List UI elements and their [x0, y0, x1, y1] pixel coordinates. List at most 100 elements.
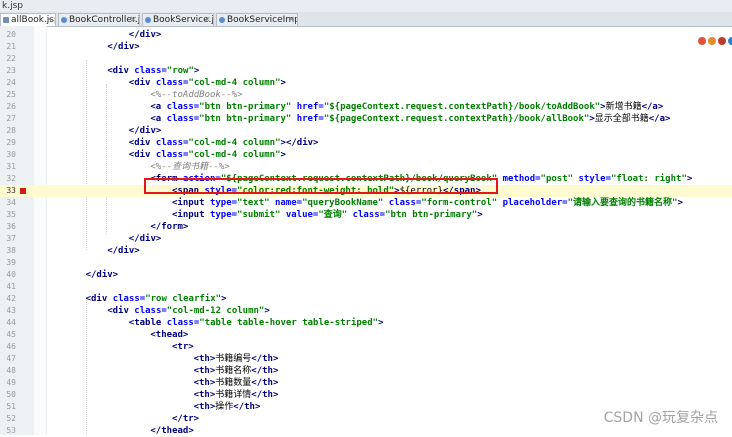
- code-token: >: [477, 210, 483, 220]
- code-token: <th>: [193, 378, 216, 388]
- code-line[interactable]: 40 </div>: [0, 269, 732, 281]
- code-text: <div class="col-md-12 column">: [107, 305, 270, 317]
- java-class-icon: [61, 17, 67, 23]
- code-line[interactable]: 37 </div>: [0, 233, 732, 245]
- code-line[interactable]: 23 <div class="row">: [0, 65, 732, 77]
- code-token: "${pageContext.request.contextPath}/book…: [323, 102, 601, 112]
- code-token: method=: [502, 174, 541, 184]
- line-number: 52: [6, 414, 16, 423]
- code-line[interactable]: 43 <div class="col-md-12 column">: [0, 305, 732, 317]
- code-token: 新增书籍: [605, 102, 642, 112]
- line-number: 23: [6, 66, 16, 75]
- tab-allbook-jsp[interactable]: allBook.jsp ×: [0, 13, 56, 26]
- code-token: </th>: [251, 354, 279, 364]
- code-token: value=: [285, 210, 319, 220]
- line-number: 48: [6, 366, 16, 375]
- tab-bookcontroller-java[interactable]: BookController.java ×: [58, 13, 140, 26]
- code-line[interactable]: 36 </form>: [0, 221, 732, 233]
- breakpoint-icon[interactable]: [20, 188, 26, 194]
- code-token: <%--查询书籍--%>: [150, 162, 230, 172]
- code-line[interactable]: 39: [0, 257, 732, 269]
- code-line[interactable]: 53 </thead>: [0, 425, 732, 437]
- code-text: </thead>: [150, 425, 193, 437]
- code-token: "btn btn-primary": [199, 102, 292, 112]
- code-text: </div>: [86, 269, 119, 281]
- code-line[interactable]: 21 </div>: [0, 41, 732, 53]
- code-line[interactable]: 28 </div>: [0, 125, 732, 137]
- highlight-annotation-box: [144, 178, 498, 194]
- tab-bookservice-java[interactable]: BookService.java ×: [142, 13, 214, 26]
- close-icon[interactable]: ×: [45, 14, 53, 26]
- line-number: 41: [6, 282, 16, 291]
- code-text: </div>: [129, 125, 162, 137]
- chrome-icon[interactable]: [698, 37, 706, 45]
- line-number: 29: [6, 138, 16, 147]
- code-token: "查询": [318, 210, 348, 220]
- close-icon[interactable]: ×: [129, 14, 137, 26]
- line-number: 38: [6, 246, 16, 255]
- close-icon[interactable]: ×: [287, 14, 295, 26]
- code-text: <div class="row clearfix">: [86, 293, 227, 305]
- code-line[interactable]: 42 <div class="row clearfix">: [0, 293, 732, 305]
- code-token: <table: [128, 318, 167, 328]
- opera-icon[interactable]: [718, 37, 726, 45]
- code-line[interactable]: 46 <tr>: [0, 341, 732, 353]
- code-token: >: [280, 78, 286, 88]
- code-token: </div>: [107, 42, 140, 52]
- code-line[interactable]: 45 <thead>: [0, 329, 732, 341]
- code-text: </div>: [107, 245, 140, 257]
- code-line[interactable]: 20 </div>: [0, 29, 732, 41]
- edge-icon[interactable]: [728, 37, 732, 45]
- code-line[interactable]: 49 <th>书籍数量</th>: [0, 377, 732, 389]
- code-line[interactable]: 24 <div class="col-md-4 column">: [0, 77, 732, 89]
- java-class-icon: [219, 17, 225, 23]
- code-token: type=: [209, 210, 238, 220]
- code-token: >: [264, 306, 270, 316]
- line-number: 20: [6, 30, 16, 39]
- code-token: "row clearfix": [145, 294, 222, 304]
- code-token: <div: [107, 306, 135, 316]
- code-line[interactable]: 34 <input type="text" name="queryBookName…: [0, 197, 732, 209]
- code-line[interactable]: 27 <a class="btn btn-primary" href="${pag…: [0, 113, 732, 125]
- code-line[interactable]: 31 <%--查询书籍--%>: [0, 161, 732, 173]
- code-text: <th>书籍名称</th>: [194, 365, 279, 377]
- code-line[interactable]: 48 <th>书籍名称</th>: [0, 365, 732, 377]
- close-icon[interactable]: ×: [203, 14, 211, 26]
- code-line[interactable]: 50 <th>书籍详情</th>: [0, 389, 732, 401]
- code-token: class=: [352, 210, 386, 220]
- code-text: <input type="text" name="queryBookName" …: [172, 197, 683, 209]
- browser-preview-icons[interactable]: [698, 37, 732, 45]
- code-line[interactable]: 22: [0, 53, 732, 65]
- code-line[interactable]: 35 <input type="submit" value="查询" class=…: [0, 209, 732, 221]
- code-line[interactable]: 26 <a class="btn btn-primary" href="${pag…: [0, 101, 732, 113]
- code-token: <div: [128, 138, 156, 148]
- code-token: "queryBookName": [302, 198, 384, 208]
- code-line[interactable]: 41: [0, 281, 732, 293]
- code-line[interactable]: 25 <%--toAddBook--%>: [0, 89, 732, 101]
- code-line[interactable]: 47 <th>书籍编号</th>: [0, 353, 732, 365]
- code-token: class=: [112, 294, 146, 304]
- code-token: class=: [166, 318, 200, 328]
- code-line[interactable]: 30 <div class="col-md-4 column">: [0, 149, 732, 161]
- code-token: >: [686, 174, 693, 184]
- code-line[interactable]: 29 <div class="col-md-4 column"></div>: [0, 137, 732, 149]
- code-token: 显示全部书籍: [594, 114, 649, 124]
- line-number: 46: [6, 342, 16, 351]
- firefox-icon[interactable]: [708, 37, 716, 45]
- code-line[interactable]: 44 <table class="table table-hover table-…: [0, 317, 732, 329]
- line-number: 51: [6, 402, 16, 411]
- code-token: "form-control": [421, 198, 498, 208]
- code-token: class=: [134, 306, 167, 316]
- code-text: <div class="row">: [107, 65, 199, 77]
- tab-bookserviceimpl-java[interactable]: BookServiceImpl.java ×: [216, 13, 298, 26]
- code-token: "table table-hover table-striped": [199, 318, 379, 328]
- code-token: <th>: [193, 354, 216, 364]
- code-editor[interactable]: 20 </div> 21 </div> 22 23 <div class="row"> 24 <…: [0, 29, 732, 437]
- code-token: "post": [540, 174, 574, 184]
- code-token: </th>: [251, 378, 279, 388]
- code-text: <th>书籍数量</th>: [194, 377, 279, 389]
- code-line[interactable]: 38 </div>: [0, 245, 732, 257]
- code-token: href=: [296, 102, 324, 112]
- code-token: class=: [166, 114, 200, 124]
- line-number: 27: [6, 114, 16, 123]
